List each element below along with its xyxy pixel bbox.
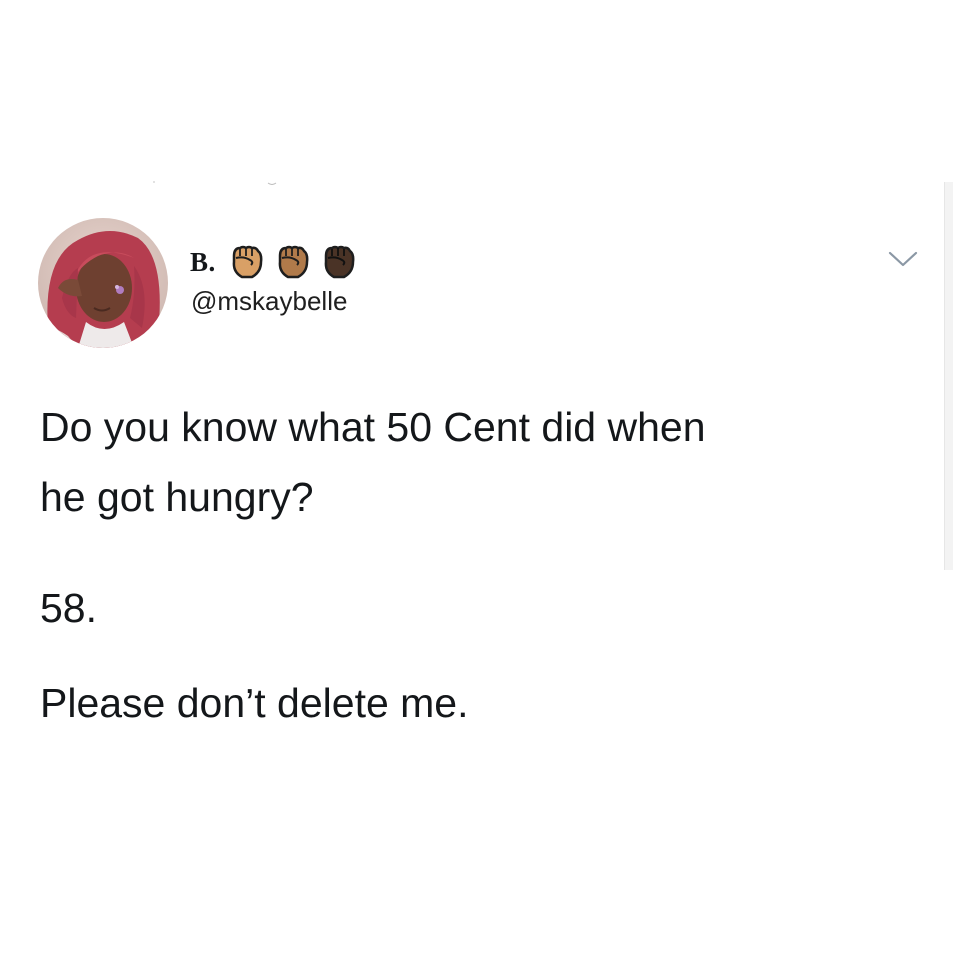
top-edge-artifact bbox=[153, 181, 277, 185]
tweet-screenshot: B. @mskaybelle Do you know what 50 Cent … bbox=[0, 0, 960, 960]
tweet-text-line: 58. bbox=[40, 585, 97, 631]
raised-fist-light-icon bbox=[232, 245, 263, 279]
display-name[interactable]: B. bbox=[190, 247, 216, 278]
tweet-text-line: he got hungry? bbox=[40, 474, 314, 520]
scrollbar-track[interactable] bbox=[944, 182, 953, 570]
raised-fist-medium-icon bbox=[278, 245, 309, 279]
raised-fist-dark-icon bbox=[324, 245, 355, 279]
avatar[interactable] bbox=[38, 218, 168, 348]
tweet-text-line: Please don’t delete me. bbox=[40, 680, 469, 726]
user-handle[interactable]: @mskaybelle bbox=[191, 286, 347, 317]
display-name-row[interactable]: B. bbox=[190, 242, 356, 282]
chevron-down-icon[interactable] bbox=[886, 248, 920, 270]
profile-photo-icon bbox=[38, 218, 168, 348]
tweet-text-line: Do you know what 50 Cent did when bbox=[40, 404, 706, 450]
